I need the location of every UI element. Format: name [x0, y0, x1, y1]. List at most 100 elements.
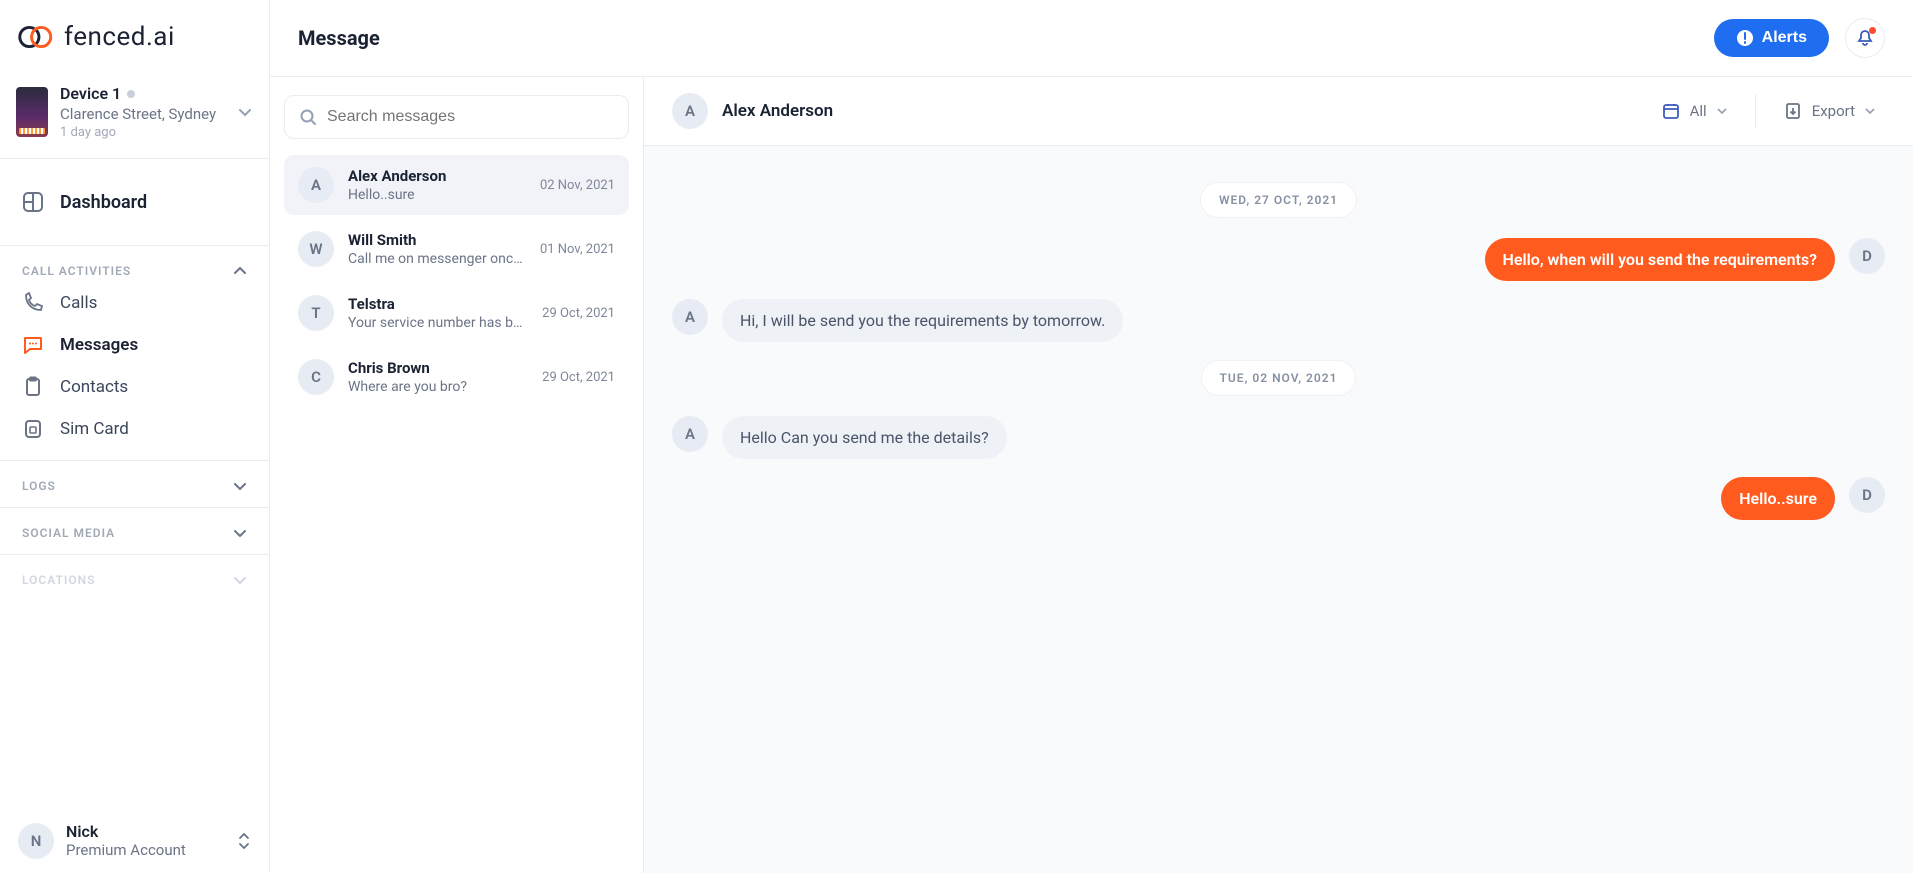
- calendar-icon: [1662, 102, 1680, 120]
- nav-dashboard[interactable]: Dashboard: [0, 181, 269, 223]
- device-thumbnail: [16, 87, 48, 137]
- chat-contact-name: Alex Anderson: [722, 101, 833, 121]
- device-time: 1 day ago: [60, 125, 225, 140]
- alerts-label: Alerts: [1762, 29, 1807, 47]
- thread-avatar: A: [298, 167, 334, 203]
- nav-sim[interactable]: Sim Card: [0, 408, 269, 450]
- nav-calls-label: Calls: [60, 293, 97, 313]
- message-out: Hello, when will you send the requiremen…: [672, 238, 1885, 281]
- phone-icon: [22, 292, 44, 314]
- thread-row[interactable]: C Chris Brown Where are you bro? 29 Oct,…: [284, 347, 629, 407]
- sort-icon: [237, 831, 251, 851]
- nav-contacts[interactable]: Contacts: [0, 366, 269, 408]
- thread-date: 02 Nov, 2021: [540, 178, 615, 193]
- message-bubble: Hi, I will be send you the requirements …: [722, 299, 1123, 342]
- thread-row[interactable]: T Telstra Your service number has been b…: [284, 283, 629, 343]
- thread-preview: Call me on messenger once you re…: [348, 251, 526, 267]
- user-account[interactable]: N Nick Premium Account: [0, 808, 269, 873]
- brand-name: fenced.ai: [64, 22, 175, 52]
- nav-messages-label: Messages: [60, 335, 138, 355]
- sender-avatar: A: [672, 416, 708, 452]
- thread-date: 29 Oct, 2021: [542, 370, 615, 385]
- section-logs[interactable]: LOGS: [0, 461, 269, 497]
- section-logs-label: LOGS: [22, 479, 56, 493]
- thread-row[interactable]: A Alex Anderson Hello..sure 02 Nov, 2021: [284, 155, 629, 215]
- sidebar: fenced.ai Device 1 Clarence Street, Sydn…: [0, 0, 270, 873]
- message-bubble: Hello, when will you send the requiremen…: [1485, 238, 1835, 281]
- filter-all-label: All: [1690, 102, 1707, 120]
- message-bubble: Hello..sure: [1721, 477, 1835, 520]
- message-icon: [22, 334, 44, 356]
- caret-down-icon: [1865, 106, 1875, 116]
- chevron-down-icon: [237, 104, 253, 120]
- page-title: Message: [298, 26, 380, 50]
- thread-name: Chris Brown: [348, 359, 528, 377]
- section-call-activities[interactable]: CALL ACTIVITIES: [0, 246, 269, 282]
- brand-mark-icon: [16, 23, 56, 51]
- chat-header: A Alex Anderson All Export: [644, 77, 1913, 146]
- message-in: A Hi, I will be send you the requirement…: [672, 299, 1885, 342]
- thread-name: Alex Anderson: [348, 167, 526, 185]
- export-button[interactable]: Export: [1774, 96, 1885, 126]
- thread-avatar: T: [298, 295, 334, 331]
- search-icon: [299, 108, 317, 126]
- thread-date: 29 Oct, 2021: [542, 306, 615, 321]
- export-label: Export: [1812, 102, 1855, 120]
- nav-contacts-label: Contacts: [60, 377, 128, 397]
- status-dot-icon: [127, 90, 135, 98]
- thread-avatar: W: [298, 231, 334, 267]
- message-out: Hello..sure D: [672, 477, 1885, 520]
- thread-row[interactable]: W Will Smith Call me on messenger once y…: [284, 219, 629, 279]
- section-locations[interactable]: LOCATIONS: [0, 555, 269, 591]
- device-selector[interactable]: Device 1 Clarence Street, Sydney 1 day a…: [0, 74, 269, 159]
- chevron-down-icon: [233, 526, 247, 540]
- sender-avatar: A: [672, 299, 708, 335]
- sender-avatar: D: [1849, 238, 1885, 274]
- nav-messages[interactable]: Messages: [0, 324, 269, 366]
- device-name: Device 1: [60, 84, 121, 103]
- notifications-button[interactable]: [1845, 18, 1885, 58]
- alerts-button[interactable]: Alerts: [1714, 19, 1829, 57]
- thread-name: Telstra: [348, 295, 528, 313]
- chevron-down-icon: [233, 479, 247, 493]
- search-input[interactable]: [327, 108, 614, 126]
- main: Message Alerts A Alex Anderso: [270, 0, 1913, 873]
- dashboard-icon: [22, 191, 44, 213]
- thread-date: 01 Nov, 2021: [540, 242, 615, 257]
- thread-list: A Alex Anderson Hello..sure 02 Nov, 2021…: [270, 77, 644, 873]
- chevron-down-icon: [233, 573, 247, 587]
- message-in: A Hello Can you send me the details?: [672, 416, 1885, 459]
- date-separator: TUE, 02 NOV, 2021: [1201, 360, 1357, 396]
- thread-avatar: C: [298, 359, 334, 395]
- notification-dot-icon: [1869, 27, 1876, 34]
- section-social-media[interactable]: SOCIAL MEDIA: [0, 508, 269, 544]
- search-box[interactable]: [284, 95, 629, 139]
- section-call-activities-label: CALL ACTIVITIES: [22, 264, 131, 278]
- filter-all-button[interactable]: All: [1652, 96, 1737, 126]
- nav-dashboard-label: Dashboard: [60, 192, 147, 213]
- brand-logo[interactable]: fenced.ai: [0, 0, 269, 74]
- thread-preview: Your service number has been bloc…: [348, 315, 528, 331]
- thread-preview: Where are you bro?: [348, 379, 528, 395]
- user-name: Nick: [66, 822, 225, 841]
- section-locations-label: LOCATIONS: [22, 573, 95, 587]
- divider: [1755, 94, 1756, 128]
- sender-avatar: D: [1849, 477, 1885, 513]
- alert-badge-icon: [1736, 29, 1754, 47]
- message-bubble: Hello Can you send me the details?: [722, 416, 1007, 459]
- nav-calls[interactable]: Calls: [0, 282, 269, 324]
- chevron-up-icon: [233, 264, 247, 278]
- chat-contact-avatar: A: [672, 93, 708, 129]
- chat-body: WED, 27 OCT, 2021 Hello, when will you s…: [644, 146, 1913, 873]
- topbar: Message Alerts: [270, 0, 1913, 77]
- thread-name: Will Smith: [348, 231, 526, 249]
- user-avatar: N: [18, 823, 54, 859]
- sim-icon: [22, 418, 44, 440]
- date-separator: WED, 27 OCT, 2021: [1200, 182, 1357, 218]
- device-location: Clarence Street, Sydney: [60, 105, 225, 123]
- user-plan: Premium Account: [66, 841, 225, 859]
- caret-down-icon: [1717, 106, 1727, 116]
- section-social-label: SOCIAL MEDIA: [22, 526, 115, 540]
- clipboard-icon: [22, 376, 44, 398]
- thread-preview: Hello..sure: [348, 187, 526, 203]
